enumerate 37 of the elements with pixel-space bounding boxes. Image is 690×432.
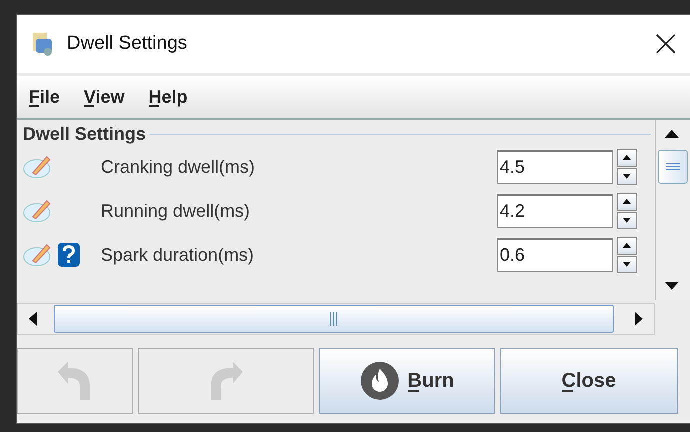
caret-down-icon [665,282,679,290]
caret-right-icon [635,312,643,326]
spin-down-button[interactable] [617,256,637,273]
setting-label: Cranking dwell(ms) [101,156,256,178]
group-title: Dwell Settings [23,124,146,145]
close-icon[interactable] [656,34,676,54]
caret-down-icon [623,218,631,223]
setting-label: Spark duration(ms) [101,244,256,266]
flame-icon [360,361,400,401]
caret-up-icon [623,155,631,160]
value-field[interactable]: 4.5 [497,150,613,184]
vertical-scrollbar[interactable] [655,120,690,300]
spin-down-button[interactable] [617,168,637,185]
value-field[interactable]: 0.6 [497,238,613,272]
caret-down-icon [623,262,631,267]
horizontal-scrollbar[interactable] [17,303,655,335]
scroll-thumb[interactable] [658,150,688,184]
caret-up-icon [665,130,679,138]
menu-item[interactable]: Help [148,86,188,108]
setting-label: Running dwell(ms) [101,200,252,222]
menu-item[interactable]: View [84,86,125,108]
caret-up-icon [623,199,631,204]
spin-up-button[interactable] [617,193,637,210]
value-field[interactable]: 4.2 [497,194,613,228]
close-button[interactable]: Close [500,348,678,414]
scroll-thumb[interactable] [54,305,614,333]
burn-button[interactable]: Burn [319,348,495,414]
spin-up-button[interactable] [617,149,637,166]
window-title: Dwell Settings [67,33,188,55]
caret-up-icon [623,243,631,248]
spin-down-button[interactable] [617,212,637,229]
caret-down-icon [623,174,631,179]
help-icon[interactable] [57,242,81,268]
spin-up-button[interactable] [617,237,637,254]
caret-left-icon [29,312,37,326]
menu-item[interactable]: File [29,86,60,108]
app-icon [31,31,55,57]
